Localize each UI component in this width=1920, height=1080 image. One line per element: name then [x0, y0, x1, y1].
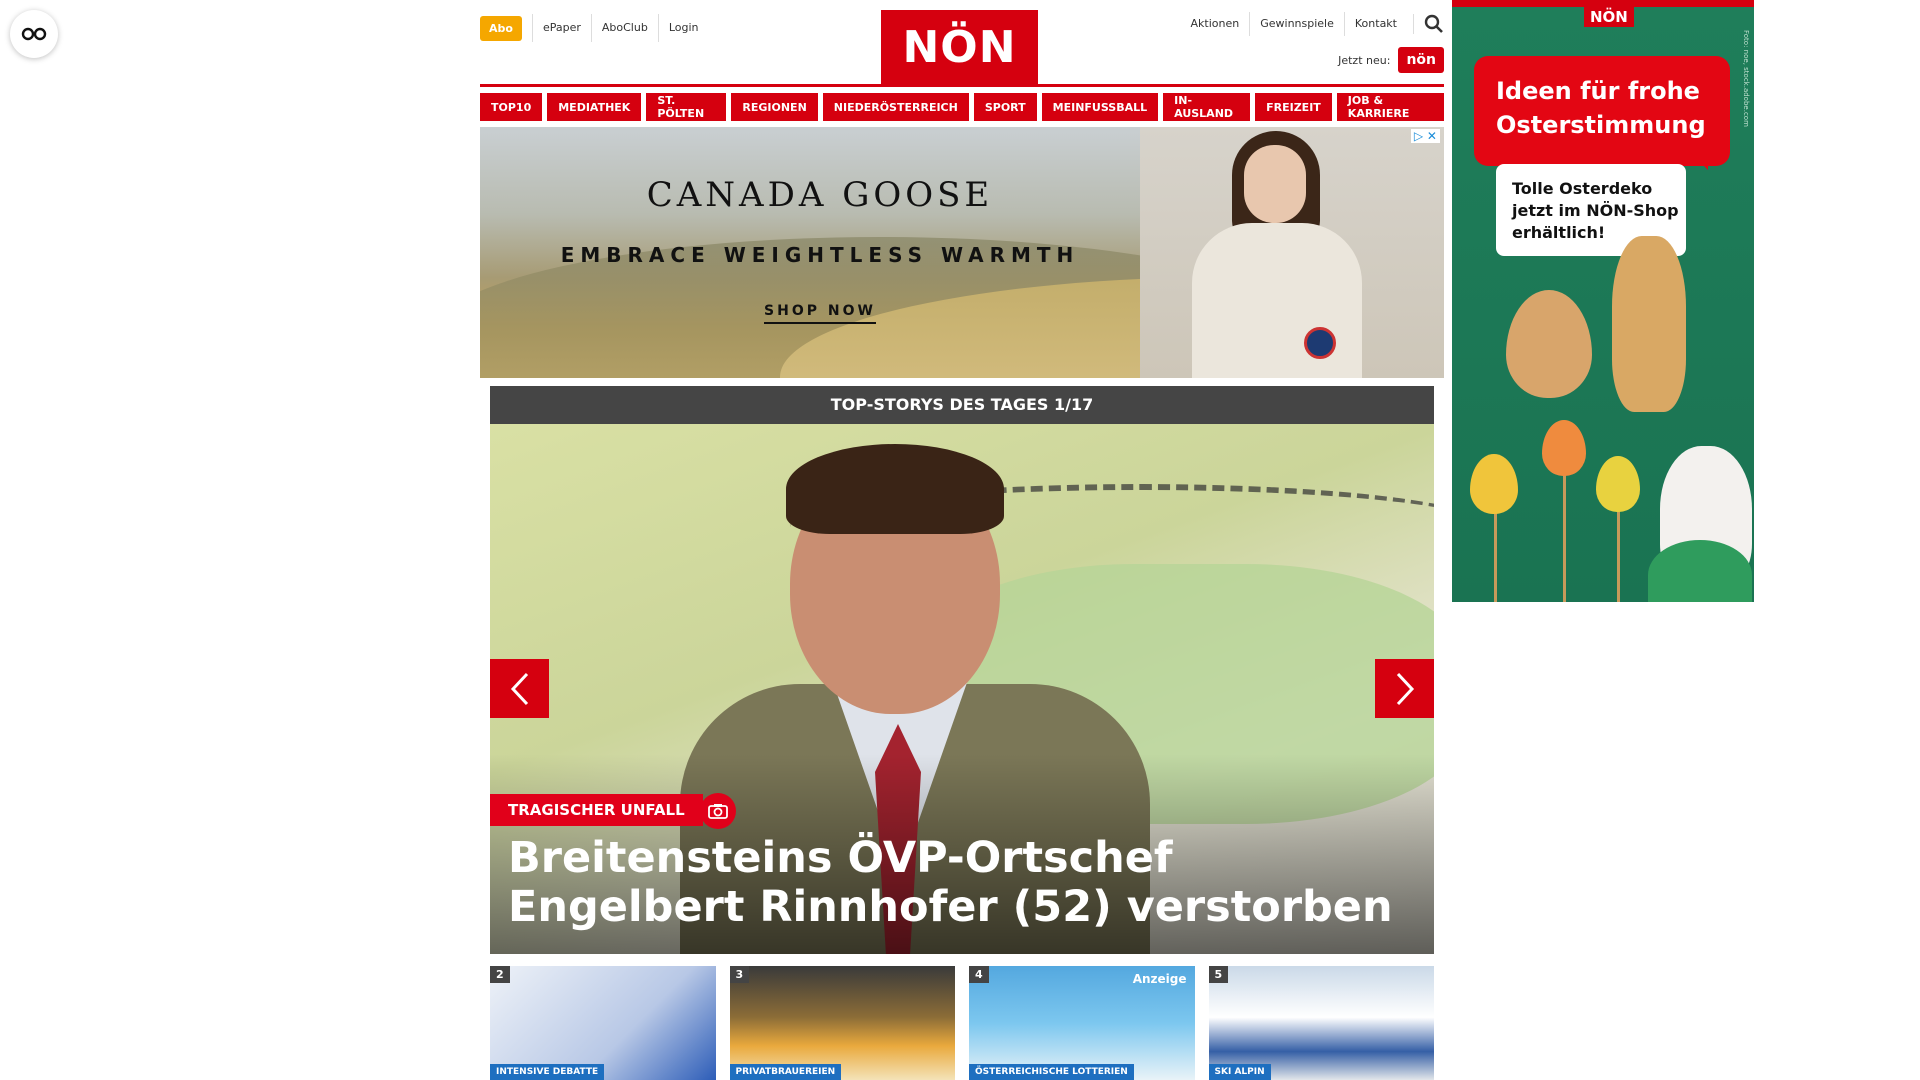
- egg-stick: [1563, 474, 1566, 602]
- nav-item-job-karriere[interactable]: JOB & KARRIERE: [1336, 93, 1444, 121]
- slider-next-button[interactable]: [1375, 659, 1434, 718]
- top-stories-slider: TOP-STORYS DES TAGES 1/17 TRAGISCHER UNF…: [490, 386, 1434, 954]
- ad-model-image: [1140, 127, 1444, 378]
- teaser-number: 5: [1208, 966, 1229, 983]
- ad-tagline: EMBRACE WEIGHTLESS WARMTH: [560, 243, 1080, 267]
- aboclub-link[interactable]: AboClub: [590, 14, 658, 42]
- top-left-links: Abo ePaper AboClub Login: [480, 14, 709, 42]
- ad-cta-label: SHOP NOW: [764, 303, 876, 324]
- site-header: Abo ePaper AboClub Login NÖN Aktionen Ge…: [480, 0, 1444, 87]
- teaser-number: 3: [729, 966, 750, 983]
- adchoices-icon[interactable]: ▷ ✕: [1410, 129, 1440, 143]
- green-egg-icon: [1648, 540, 1752, 602]
- nav-item-meinfussball[interactable]: MEINFUSSBALL: [1041, 93, 1159, 121]
- camera-icon: [700, 793, 736, 829]
- nav-item-niederoesterreich[interactable]: NIEDERÖSTERREICH: [822, 93, 969, 121]
- slide-current[interactable]: TRAGISCHER UNFALL Breitensteins ÖVP-Orts…: [490, 424, 1434, 954]
- slider-heading: TOP-STORYS DES TAGES 1/17: [490, 386, 1434, 424]
- teaser-card[interactable]: 3 PRIVATBRAUEREIEN: [729, 966, 955, 1080]
- nav-item-sport[interactable]: SPORT: [973, 93, 1037, 121]
- easter-egg-icon: [1506, 290, 1592, 398]
- teaser-category: SKI ALPIN: [1208, 1064, 1271, 1080]
- model-coat: [1192, 223, 1362, 378]
- page-content: Abo ePaper AboClub Login NÖN Aktionen Ge…: [480, 0, 1444, 1080]
- main-nav: TOP10 MEDIATHEK ST. PÖLTEN REGIONEN NIED…: [480, 93, 1444, 121]
- gewinnspiele-link[interactable]: Gewinnspiele: [1249, 12, 1344, 36]
- story-teasers: 2 INTENSIVE DEBATTE 3 PRIVATBRAUEREIEN 4…: [490, 966, 1434, 1080]
- teaser-number: 2: [490, 966, 510, 983]
- sky-photo-credit: Foto: noe, stock.adobe.com: [1742, 30, 1750, 127]
- teaser-category: ÖSTERREICHISCHE LOTTERIEN: [969, 1064, 1134, 1080]
- ad-shop-now-link[interactable]: SHOP NOW: [480, 303, 1160, 324]
- jetzt-neu: Jetzt neu: nön: [1338, 47, 1444, 73]
- aktionen-link[interactable]: Aktionen: [1181, 12, 1250, 36]
- teaser-number: 4: [969, 966, 989, 983]
- chevron-right-icon: [1396, 672, 1414, 705]
- teaser-category: PRIVATBRAUEREIEN: [729, 1064, 842, 1080]
- epaper-link[interactable]: ePaper: [531, 14, 591, 42]
- search-icon[interactable]: [1413, 14, 1444, 34]
- teaser-card[interactable]: 5 SKI ALPIN: [1208, 966, 1434, 1080]
- kleine-noen-badge[interactable]: nön: [1398, 47, 1444, 73]
- site-logo[interactable]: NÖN: [881, 10, 1038, 84]
- ad-brand: CANADA GOOSE: [646, 175, 994, 215]
- nav-item-mediathek[interactable]: MEDIATHEK: [547, 93, 642, 121]
- easter-egg-icon: [1542, 420, 1586, 476]
- chevron-left-icon: [510, 672, 528, 705]
- slider-prev-button[interactable]: [490, 659, 549, 718]
- nav-item-in-ausland[interactable]: IN-AUSLAND: [1163, 93, 1251, 121]
- reader-glasses-icon: [21, 27, 47, 41]
- easter-egg-icon: [1470, 454, 1518, 514]
- teaser-card[interactable]: 2 INTENSIVE DEBATTE: [490, 966, 716, 1080]
- nav-item-top10[interactable]: TOP10: [480, 93, 543, 121]
- kontakt-link[interactable]: Kontakt: [1343, 12, 1407, 36]
- slide-category-tag: TRAGISCHER UNFALL: [490, 794, 703, 826]
- person-hair: [786, 444, 1004, 534]
- jetzt-neu-label: Jetzt neu:: [1338, 53, 1391, 67]
- egg-stick: [1617, 510, 1620, 602]
- nav-item-st-poelten[interactable]: ST. PÖLTEN: [646, 93, 727, 121]
- top-right-links: Aktionen Gewinnspiele Kontakt: [1181, 12, 1444, 36]
- egg-stick: [1494, 510, 1497, 602]
- reader-mode-button[interactable]: [10, 10, 58, 58]
- easter-egg-icon: [1596, 456, 1640, 512]
- brand-patch-icon: [1304, 327, 1336, 359]
- wooden-bunny-icon: [1612, 236, 1686, 412]
- teaser-category: INTENSIVE DEBATTE: [490, 1064, 605, 1080]
- teaser-card[interactable]: 4 Anzeige ÖSTERREICHISCHE LOTTERIEN: [969, 966, 1195, 1080]
- sky-ad-logo: NÖN: [1584, 7, 1634, 27]
- slide-headline[interactable]: Breitensteins ÖVP-Ortschef Engelbert Rin…: [508, 834, 1408, 932]
- sky-top-bar: [1452, 0, 1754, 7]
- skyscraper-ad[interactable]: NÖN Foto: noe, stock.adobe.com Ideen für…: [1452, 0, 1754, 602]
- nav-item-regionen[interactable]: REGIONEN: [731, 93, 818, 121]
- model-face: [1244, 145, 1306, 223]
- nav-item-freizeit[interactable]: FREIZEIT: [1255, 93, 1332, 121]
- banner-ad[interactable]: CANADA GOOSE EMBRACE WEIGHTLESS WARMTH S…: [480, 127, 1444, 378]
- abo-button[interactable]: Abo: [480, 15, 522, 41]
- speech-bubble-tail: [1688, 150, 1708, 170]
- login-link[interactable]: Login: [657, 14, 709, 42]
- teaser-ad-label: Anzeige: [1132, 972, 1187, 986]
